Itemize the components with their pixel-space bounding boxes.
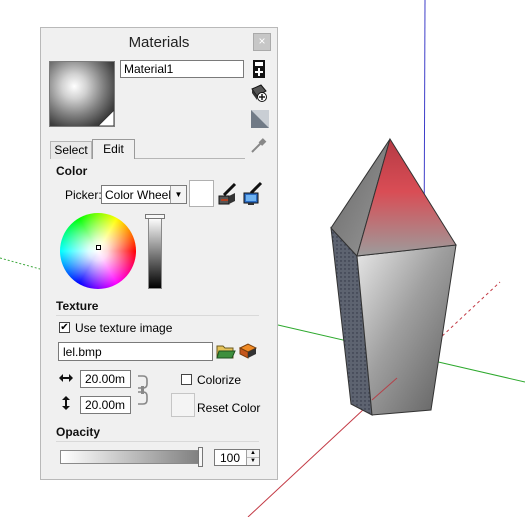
texture-height-field[interactable]: 20.00m — [80, 396, 131, 414]
tab-edit[interactable]: Edit — [92, 139, 135, 159]
reset-color-label[interactable]: Reset Color — [197, 401, 260, 415]
use-texture-checkbox[interactable]: ✔ — [59, 322, 70, 333]
opacity-value: 100 — [220, 451, 241, 465]
opacity-divider — [56, 441, 259, 442]
brightness-slider-thumb[interactable] — [145, 214, 165, 219]
opacity-spin-buttons: ▲ ▼ — [246, 450, 259, 465]
sample-paint-icon[interactable] — [218, 181, 240, 207]
preview-corner-icon — [98, 110, 114, 126]
panel-title: Materials — [128, 34, 190, 51]
panel-titlebar[interactable]: Materials × — [41, 28, 277, 56]
chevron-down-icon[interactable]: ▼ — [170, 186, 186, 203]
texture-section-title: Texture — [56, 299, 99, 313]
picker-label: Picker: — [65, 188, 102, 202]
spin-up-icon[interactable]: ▲ — [247, 450, 259, 458]
colorize-checkbox[interactable] — [181, 374, 192, 385]
colorize-label: Colorize — [197, 373, 242, 387]
spin-down-icon[interactable]: ▼ — [247, 458, 259, 465]
opacity-slider[interactable] — [60, 450, 200, 464]
green-axis-left — [0, 257, 41, 270]
picker-select[interactable]: Color Wheel ▼ — [101, 185, 187, 204]
crystal-front-face — [356, 244, 457, 416]
material-preview[interactable] — [49, 61, 115, 127]
link-lock-icon[interactable] — [136, 373, 150, 407]
height-arrows-icon — [62, 396, 70, 410]
opacity-slider-thumb[interactable] — [198, 447, 203, 467]
browse-folder-icon[interactable] — [216, 341, 236, 361]
color-swatch[interactable] — [189, 180, 214, 207]
edit-texture-icon[interactable] — [238, 340, 258, 360]
tab-divider — [135, 158, 245, 159]
brightness-slider[interactable] — [148, 217, 162, 289]
materials-panel: Materials × Select Edit Color Picker: Co… — [40, 27, 278, 480]
close-button[interactable]: × — [253, 33, 271, 51]
opacity-section-title: Opacity — [56, 425, 101, 439]
use-texture-label: Use texture image — [75, 321, 173, 335]
create-material-icon[interactable] — [252, 59, 266, 79]
texture-width-field[interactable]: 20.00m — [80, 370, 131, 388]
opacity-spinbox[interactable]: 100 ▲ ▼ — [214, 449, 260, 466]
color-wheel-marker[interactable] — [96, 245, 101, 250]
reset-color-swatch[interactable] — [171, 393, 195, 417]
material-name-input[interactable] — [120, 60, 244, 78]
match-screen-color-icon[interactable] — [243, 181, 265, 207]
texture-file-field[interactable]: lel.bmp — [58, 342, 213, 361]
picker-select-value: Color Wheel — [105, 188, 172, 202]
eyedropper-icon[interactable] — [249, 137, 267, 155]
color-section-title: Color — [56, 164, 88, 178]
color-wheel[interactable] — [60, 213, 136, 289]
default-material-icon[interactable] — [251, 110, 269, 128]
tab-select[interactable]: Select — [50, 141, 92, 159]
paint-bucket-icon[interactable] — [249, 83, 269, 103]
texture-divider — [56, 315, 259, 316]
width-arrows-icon — [59, 374, 73, 382]
